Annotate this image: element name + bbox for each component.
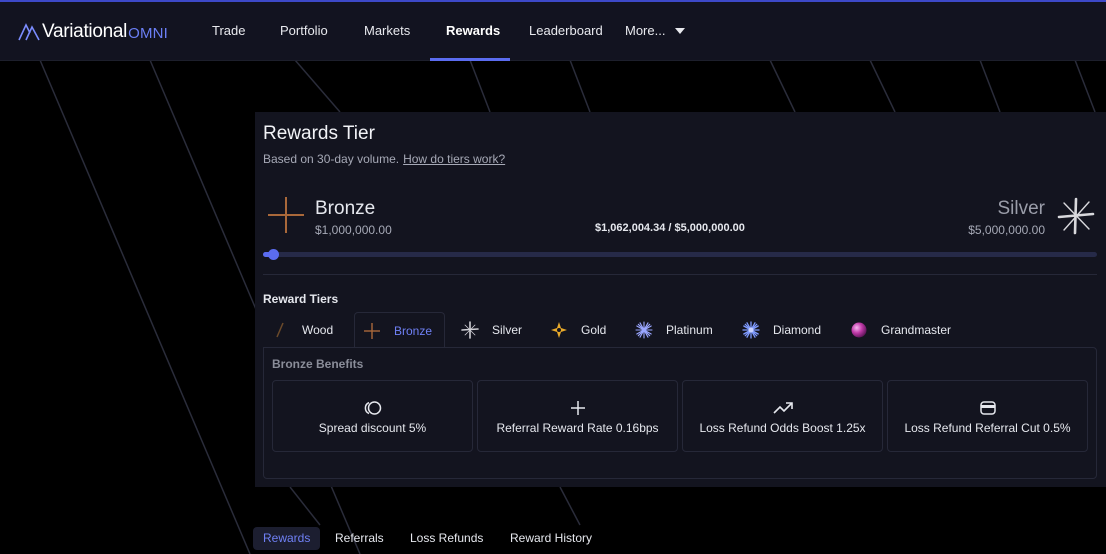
tier-tab-label: Wood	[302, 323, 334, 337]
tab-rewards[interactable]: Rewards	[253, 527, 321, 550]
tier-tab-label: Diamond	[773, 323, 822, 337]
reward-tiers-label: Reward Tiers	[263, 292, 339, 306]
volume-progress-bar	[263, 249, 1097, 260]
silver-star-icon	[1057, 197, 1095, 235]
card-subtitle-text: Based on 30-day volume.	[263, 152, 400, 166]
benefits-title: Bronze Benefits	[272, 357, 364, 371]
divider	[263, 274, 1097, 275]
tab-loss-refunds[interactable]: Loss Refunds	[400, 527, 493, 550]
tier-tab-silver[interactable]: Silver	[461, 312, 522, 348]
nav-active-indicator	[430, 58, 510, 61]
benefit-text: Referral Reward Rate 0.16bps	[496, 420, 659, 435]
current-tier-name: Bronze	[315, 198, 376, 219]
bronze-cross-icon	[268, 197, 304, 233]
benefit-card: Loss Refund Referral Cut 0.5%	[887, 380, 1088, 452]
nav-portfolio[interactable]: Portfolio	[280, 2, 328, 60]
benefits-panel: Bronze Benefits Spread discount 5% Refer…	[263, 347, 1097, 479]
tab-referrals[interactable]: Referrals	[325, 527, 394, 550]
tier-tab-label: Silver	[492, 323, 523, 337]
next-tier-threshold: $5,000,000.00	[968, 223, 1045, 237]
nav-trade[interactable]: Trade	[212, 2, 245, 60]
nav-more[interactable]: More...	[625, 2, 686, 60]
tier-tab-grandmaster[interactable]: Grandmaster	[850, 312, 951, 348]
benefit-card: Spread discount 5%	[272, 380, 473, 452]
tier-tab-wood[interactable]: Wood	[271, 312, 333, 348]
card-subtitle: Based on 30-day volume. How do tiers work…	[263, 152, 505, 166]
benefit-card: Referral Reward Rate 0.16bps	[477, 380, 678, 452]
nav-rewards[interactable]: Rewards	[446, 2, 500, 60]
card-title: Rewards Tier	[263, 123, 375, 144]
tier-tab-diamond[interactable]: Diamond	[742, 312, 821, 348]
bronze-cross-icon	[364, 322, 380, 339]
silver-star-icon	[461, 321, 479, 339]
nav-markets[interactable]: Markets	[364, 2, 410, 60]
volume-progress-text: $1,062,004.34 / $5,000,000.00	[595, 222, 745, 234]
gold-star-icon	[551, 322, 567, 338]
tier-tab-label: Grandmaster	[881, 323, 952, 337]
volume-progress-knob	[268, 249, 280, 260]
nav-more-label: More...	[625, 23, 666, 38]
brand-sub: OMNI	[128, 25, 169, 42]
wood-slash-icon	[276, 322, 284, 338]
tier-tab-label: Platinum	[666, 323, 713, 337]
brand-name: Variational	[42, 21, 128, 42]
rewards-tier-card: Rewards Tier Based on 30-day volume. How …	[255, 112, 1106, 487]
tier-tab-label: Bronze	[394, 323, 433, 338]
trending-up-icon	[772, 401, 793, 414]
tier-tab-bronze[interactable]: Bronze	[354, 312, 446, 348]
top-nav: Variational OMNI Trade Portfolio Markets…	[0, 0, 1106, 61]
grandmaster-orb-icon	[851, 322, 867, 338]
wallet-icon	[979, 400, 996, 415]
platinum-burst-icon	[635, 321, 653, 339]
tier-tab-label: Gold	[581, 323, 607, 337]
benefit-text: Loss Refund Referral Cut 0.5%	[904, 420, 1071, 435]
nav-leaderboard[interactable]: Leaderboard	[529, 2, 603, 60]
next-tier-name: Silver	[997, 198, 1045, 219]
tier-tab-gold[interactable]: Gold	[550, 312, 606, 348]
benefit-text: Spread discount 5%	[318, 420, 427, 435]
benefit-card: Loss Refund Odds Boost 1.25x	[682, 380, 883, 452]
plus-icon	[570, 400, 585, 415]
benefit-text: Loss Refund Odds Boost 1.25x	[699, 420, 866, 435]
chevron-down-icon	[675, 28, 686, 34]
variational-logo-icon	[18, 23, 40, 41]
tab-reward-history[interactable]: Reward History	[500, 527, 602, 550]
tier-tab-platinum[interactable]: Platinum	[635, 312, 713, 348]
diamond-burst-icon	[742, 321, 760, 339]
brand-logo[interactable]: Variational OMNI	[18, 21, 168, 43]
coins-icon	[364, 400, 381, 415]
how-tiers-work-link[interactable]: How do tiers work?	[403, 152, 505, 166]
current-tier-threshold: $1,000,000.00	[315, 223, 392, 237]
